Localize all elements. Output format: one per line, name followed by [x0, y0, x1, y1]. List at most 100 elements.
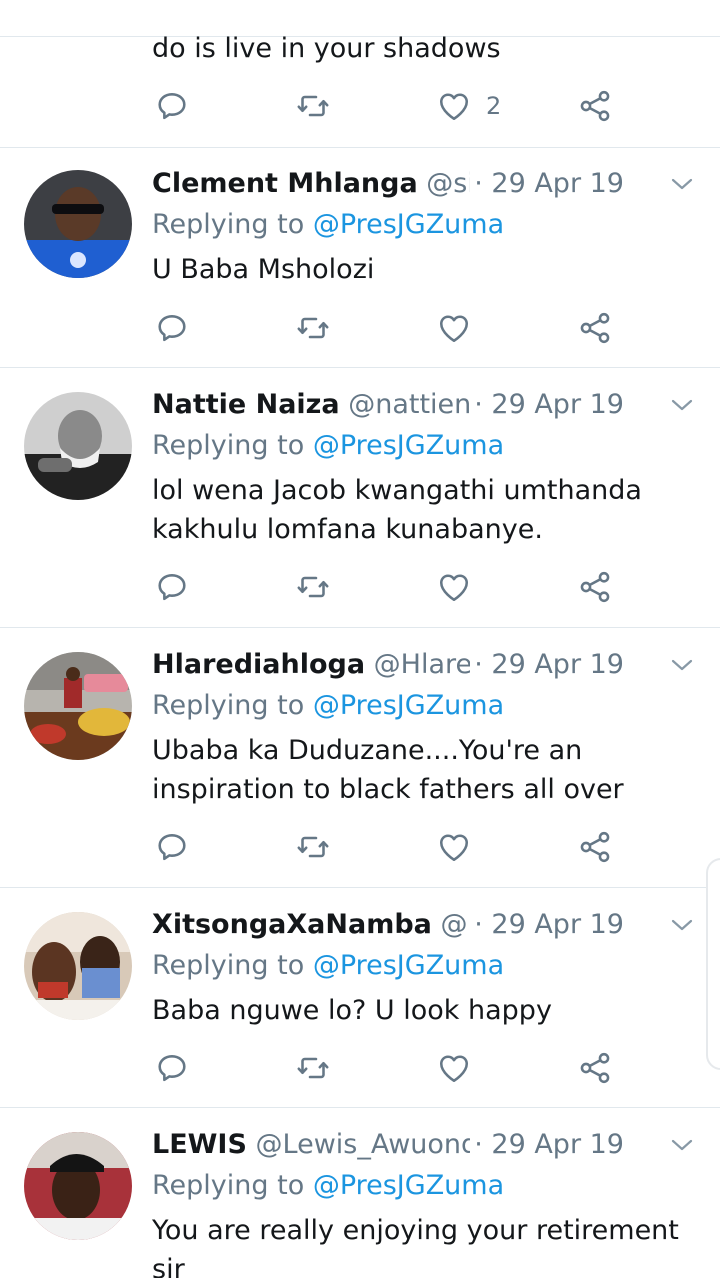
share-icon	[577, 569, 613, 605]
tweet-item[interactable]: LEWIS @Lewis_Awuonda · 29 Apr 19 Replyin…	[0, 1108, 720, 1278]
tweet-header: LEWIS @Lewis_Awuonda · 29 Apr 19	[152, 1125, 696, 1165]
retweet-icon	[295, 569, 331, 605]
chevron-down-icon[interactable]	[668, 172, 696, 196]
replying-to: Replying to @PresJGZuma	[152, 205, 504, 245]
share-icon	[577, 88, 613, 124]
replying-label: Replying to	[152, 1170, 313, 1201]
display-name[interactable]: Hlarediahloga	[152, 649, 365, 680]
tweet-actions: 2	[152, 84, 632, 128]
retweet-icon	[295, 1050, 331, 1086]
mention-link[interactable]: @PresJGZuma	[313, 209, 504, 240]
display-name[interactable]: Nattie Naiza	[152, 389, 340, 420]
replying-label: Replying to	[152, 430, 313, 461]
chevron-down-icon[interactable]	[668, 393, 696, 417]
reply-icon	[154, 1050, 190, 1086]
chevron-down-icon[interactable]	[668, 913, 696, 937]
tweet-item[interactable]: XitsongaXaNamba @M… · 29 Apr 19 Replying…	[0, 888, 720, 1108]
retweet-button[interactable]	[295, 84, 331, 128]
tweet-date[interactable]: · 29 Apr 19	[470, 905, 624, 945]
replying-to: Replying to @PresJGZuma	[152, 686, 504, 726]
reply-icon	[154, 829, 190, 865]
replying-to: Replying to @PresJGZuma	[152, 946, 504, 986]
tweet-item[interactable]: Hlarediahloga @Hlaredi… · 29 Apr 19 Repl…	[0, 628, 720, 888]
mention-link[interactable]: @PresJGZuma	[313, 430, 504, 461]
reply-icon	[154, 310, 190, 346]
reply-button[interactable]	[154, 565, 190, 609]
like-button[interactable]	[436, 1046, 472, 1090]
reply-icon	[154, 88, 190, 124]
retweet-icon	[295, 310, 331, 346]
like-button[interactable]	[436, 306, 472, 350]
tweet-actions	[152, 825, 632, 869]
share-icon	[577, 310, 613, 346]
replying-label: Replying to	[152, 209, 313, 240]
tweet-item[interactable]: Nattie Naiza @nattienai… · 29 Apr 19 Rep…	[0, 368, 720, 628]
share-button[interactable]	[577, 565, 613, 609]
tweet-actions	[152, 565, 632, 609]
avatar[interactable]	[24, 1132, 132, 1240]
reply-button[interactable]	[154, 84, 190, 128]
user-handle[interactable]: @Lewis_Awuonda	[256, 1129, 495, 1160]
replying-to: Replying to @PresJGZuma	[152, 1166, 504, 1206]
heart-icon	[436, 829, 472, 865]
tweet-header: Hlarediahloga @Hlaredi… · 29 Apr 19	[152, 645, 696, 685]
share-button[interactable]	[577, 825, 613, 869]
reply-button[interactable]	[154, 306, 190, 350]
tweet-actions	[152, 306, 632, 350]
tweet-actions	[152, 1046, 632, 1090]
tweet-text: You are really enjoying your retirement …	[152, 1215, 679, 1278]
avatar[interactable]	[24, 912, 132, 1020]
chevron-down-icon[interactable]	[668, 653, 696, 677]
heart-icon	[436, 569, 472, 605]
tweet-text: do is live in your shadows	[152, 33, 501, 64]
like-count: 2	[486, 92, 502, 120]
tweet-header: XitsongaXaNamba @M… · 29 Apr 19	[152, 905, 696, 945]
like-button[interactable]	[436, 565, 472, 609]
tweet-text: lol wena Jacob kwangathi umthanda kakhul…	[152, 475, 642, 545]
avatar[interactable]	[24, 652, 132, 760]
heart-icon	[436, 88, 472, 124]
share-button[interactable]	[577, 84, 613, 128]
display-name[interactable]: XitsongaXaNamba	[152, 909, 432, 940]
tweet-date[interactable]: · 29 Apr 19	[470, 164, 624, 204]
replying-to: Replying to @PresJGZuma	[152, 426, 504, 466]
tweet-text: Baba nguwe lo? U look happy	[152, 995, 552, 1026]
retweet-icon	[295, 829, 331, 865]
chevron-down-icon[interactable]	[668, 1133, 696, 1157]
tweet-date[interactable]: · 29 Apr 19	[470, 645, 624, 685]
avatar[interactable]	[24, 392, 132, 500]
scroll-handle[interactable]	[706, 858, 720, 1070]
tweet-date[interactable]: · 29 Apr 19	[470, 385, 624, 425]
retweet-icon	[295, 88, 331, 124]
avatar[interactable]	[24, 170, 132, 278]
like-button[interactable]: 2	[436, 84, 501, 128]
tweet-date[interactable]: · 29 Apr 19	[470, 1125, 624, 1165]
mention-link[interactable]: @PresJGZuma	[313, 950, 504, 981]
reply-button[interactable]	[154, 1046, 190, 1090]
display-name[interactable]: LEWIS	[152, 1129, 247, 1160]
retweet-button[interactable]	[295, 565, 331, 609]
heart-icon	[436, 1050, 472, 1086]
replying-label: Replying to	[152, 950, 313, 981]
like-button[interactable]	[436, 825, 472, 869]
reply-button[interactable]	[154, 825, 190, 869]
share-button[interactable]	[577, 1046, 613, 1090]
reply-icon	[154, 569, 190, 605]
tweet-item[interactable]: Clement Mhlanga @sirc… · 29 Apr 19 Reply…	[0, 148, 720, 368]
mention-link[interactable]: @PresJGZuma	[313, 690, 504, 721]
tweet-text: U Baba Msholozi	[152, 254, 375, 285]
share-icon	[577, 1050, 613, 1086]
tweet-text: Ubaba ka Duduzane....You're an inspirati…	[152, 735, 624, 805]
replying-label: Replying to	[152, 690, 313, 721]
mention-link[interactable]: @PresJGZuma	[313, 1170, 504, 1201]
retweet-button[interactable]	[295, 825, 331, 869]
share-icon	[577, 829, 613, 865]
retweet-button[interactable]	[295, 1046, 331, 1090]
display-name[interactable]: Clement Mhlanga	[152, 168, 418, 199]
tweet-header: Clement Mhlanga @sirc… · 29 Apr 19	[152, 164, 696, 204]
tweet-header: Nattie Naiza @nattienai… · 29 Apr 19	[152, 385, 696, 425]
tweet-partial-top[interactable]: do is live in your shadows 2	[0, 0, 720, 148]
retweet-button[interactable]	[295, 306, 331, 350]
share-button[interactable]	[577, 306, 613, 350]
heart-icon	[436, 310, 472, 346]
